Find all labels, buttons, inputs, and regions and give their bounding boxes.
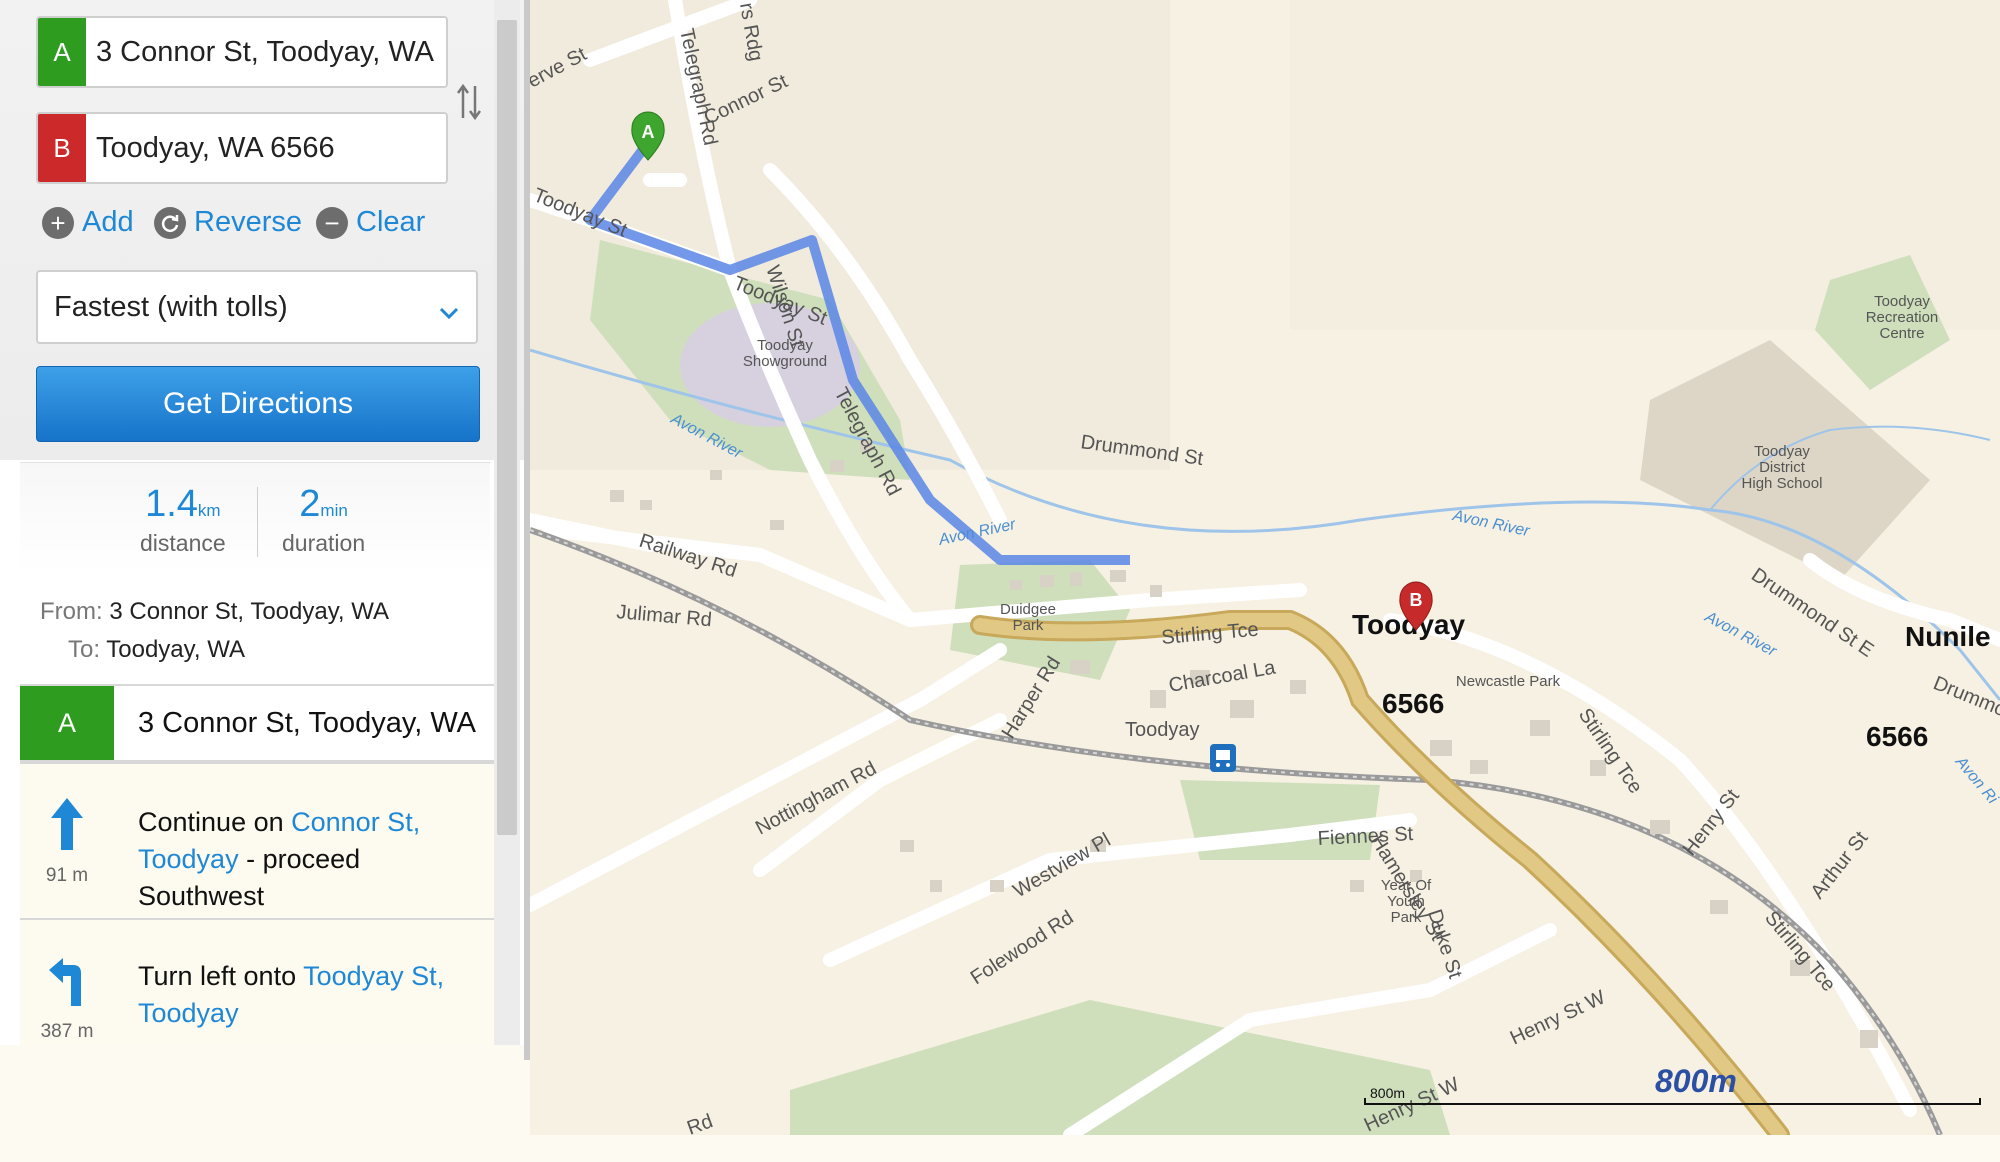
swap-locations-icon[interactable]: [456, 82, 482, 127]
plus-icon: +: [42, 206, 74, 239]
end-location-field[interactable]: B Toodyay, WA 6566: [36, 112, 448, 184]
start-step-text: 3 Connor St, Toodyay, WA: [138, 706, 476, 739]
route-type-select[interactable]: Fastest (with tolls): [36, 270, 478, 344]
scale-small-label: 800m: [1370, 1085, 1405, 1101]
start-step[interactable]: A 3 Connor St, Toodyay, WA: [20, 684, 495, 762]
add-label: Add: [82, 206, 134, 238]
step-icon-column: 91 m: [20, 764, 114, 918]
clear-button[interactable]: − Clear: [316, 206, 425, 239]
map-view[interactable]: erve St Connor St Telegraph Rd rs Rdg Toodya…: [530, 0, 2000, 1135]
turn-left-icon: [47, 956, 87, 1013]
direction-step[interactable]: 91 m Continue on Connor St, Toodyay - pr…: [20, 762, 495, 918]
map-label-nunile: Nunile: [1905, 621, 1991, 652]
reverse-label: Reverse: [194, 206, 302, 238]
route-type-value: Fastest (with tolls): [54, 290, 288, 323]
scrollbar-thumb[interactable]: [497, 20, 517, 835]
duration-unit: min: [320, 501, 348, 520]
start-badge: A: [38, 18, 86, 86]
to-key: To:: [68, 636, 101, 663]
distance-value: 1.4: [145, 483, 198, 525]
panel-scrollbar[interactable]: [494, 0, 520, 1045]
from-key: From:: [40, 598, 103, 625]
step-text-pre: Continue on: [138, 807, 292, 837]
distance-label: distance: [140, 530, 226, 556]
distance-stat: 1.4km distance: [140, 483, 226, 557]
add-button[interactable]: + Add: [42, 206, 134, 239]
duration-label: duration: [282, 530, 366, 556]
from-to-summary: From: 3 Connor St, Toodyay, WA To: Toody…: [20, 574, 490, 684]
step-text-pre: Turn left onto: [138, 961, 304, 991]
from-row: From: 3 Connor St, Toodyay, WA: [40, 598, 389, 626]
distance-unit: km: [197, 501, 221, 520]
duration-value: 2: [299, 483, 321, 525]
map-label-postcode-2: 6566: [1866, 721, 1928, 752]
end-location-value[interactable]: Toodyay, WA 6566: [96, 114, 440, 182]
start-location-field[interactable]: A 3 Connor St, Toodyay, WA 6 …: [36, 16, 448, 88]
clear-label: Clear: [356, 206, 426, 238]
chevron-down-icon: [438, 296, 460, 329]
marker-end-label: B: [1410, 590, 1423, 610]
to-value: Toodyay, WA: [106, 636, 245, 663]
train-station-icon[interactable]: [1210, 744, 1236, 772]
step-distance: 91 m: [45, 864, 89, 886]
start-location-value[interactable]: 3 Connor St, Toodyay, WA 6 …: [96, 18, 440, 86]
map-label-toodyay-station: Toodyay: [1125, 719, 1200, 741]
step-icon-column: 387 m: [20, 920, 114, 1045]
reverse-icon: [154, 206, 186, 239]
directions-panel: A 3 Connor St, Toodyay, WA 6 … B Toodyay…: [0, 0, 530, 1045]
step-distance: 387 m: [40, 1021, 94, 1042]
get-directions-button[interactable]: Get Directions: [36, 366, 480, 442]
map-label-newcastle-park: Newcastle Park: [1456, 673, 1561, 690]
route-summary: 1.4km distance 2min duration: [20, 462, 490, 573]
summary-divider: [257, 487, 258, 557]
marker-start-label: A: [642, 122, 655, 142]
direction-step[interactable]: 387 m Turn left onto Toodyay St, Toodyay: [20, 918, 495, 1045]
map-label-postcode-1: 6566: [1382, 688, 1444, 719]
scale-big-label: 800m: [1655, 1063, 1737, 1099]
step-instruction: Continue on Connor St, Toodyay - proceed…: [138, 804, 487, 915]
arrow-up-icon: [49, 796, 85, 857]
duration-stat: 2min duration: [282, 483, 365, 557]
minus-icon: −: [316, 206, 348, 239]
reverse-button[interactable]: Reverse: [154, 206, 302, 239]
start-step-badge: A: [20, 686, 114, 760]
from-value: 3 Connor St, Toodyay, WA: [109, 598, 390, 625]
end-badge: B: [38, 114, 86, 182]
to-row: To: Toodyay, WA: [68, 636, 245, 664]
step-instruction: Turn left onto Toodyay St, Toodyay: [138, 958, 487, 1032]
